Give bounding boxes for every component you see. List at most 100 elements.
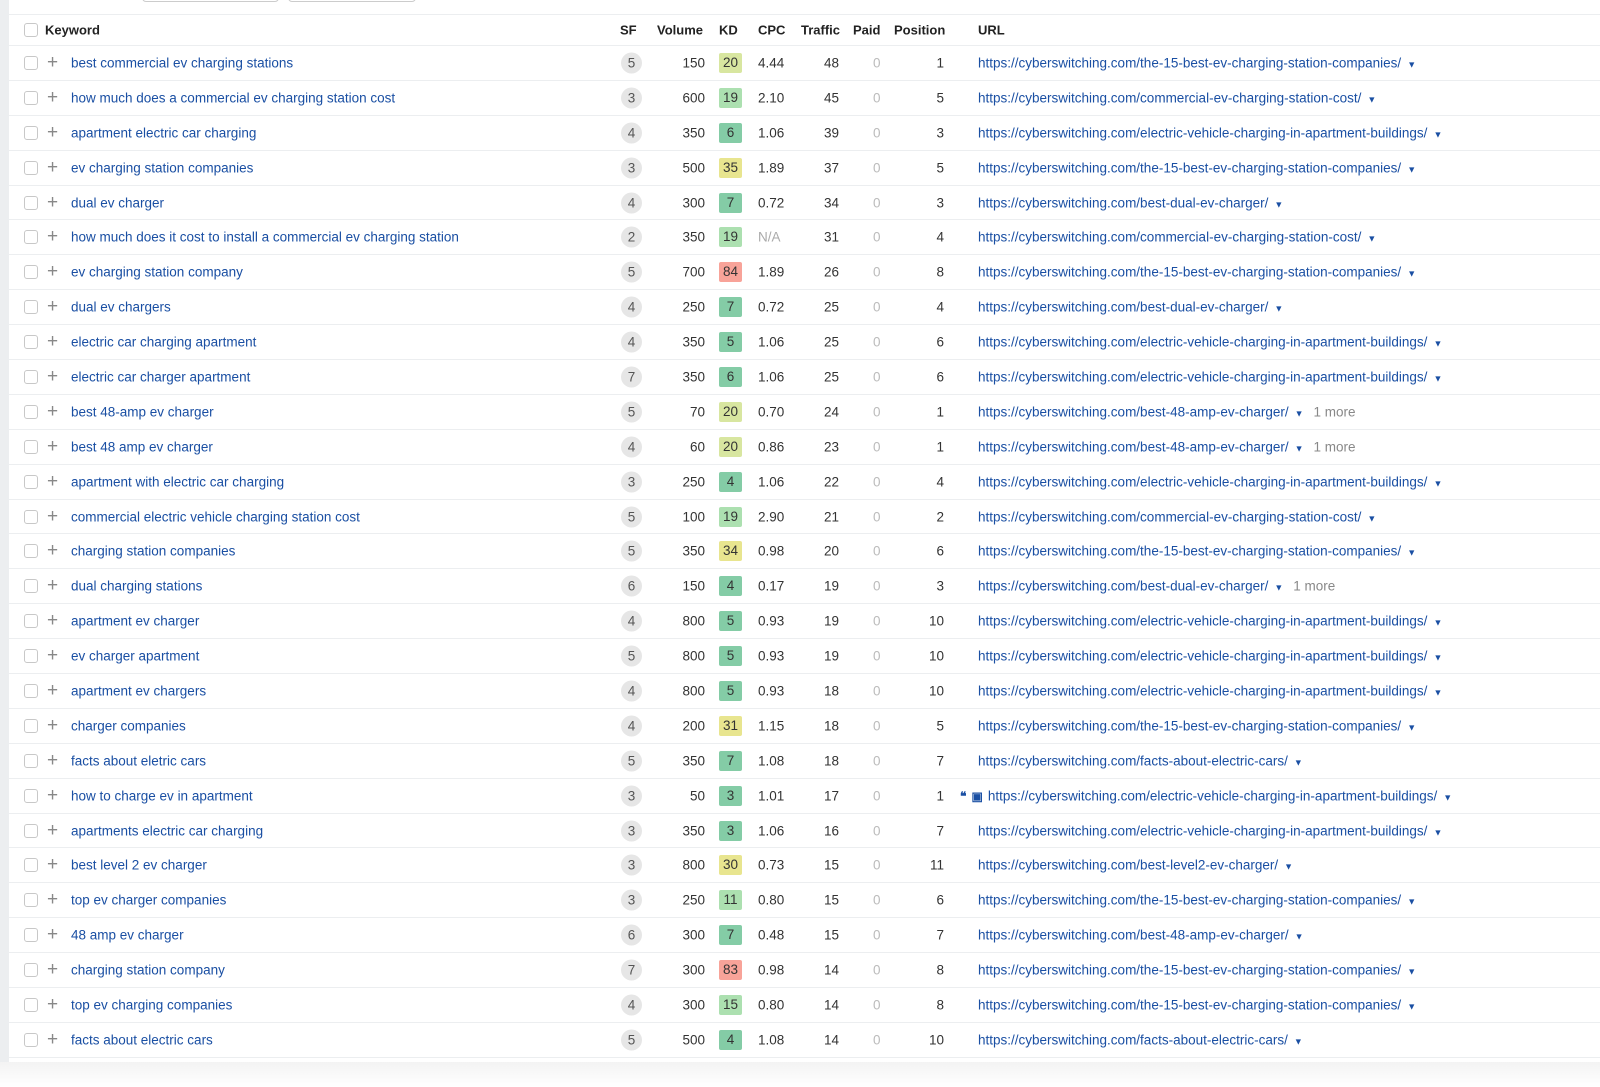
row-checkbox[interactable]: [24, 230, 38, 245]
chevron-down-icon[interactable]: ▼: [1407, 967, 1416, 977]
keyword-link[interactable]: how to charge ev in apartment: [71, 788, 253, 803]
keyword-link[interactable]: 48 amp ev charger: [71, 928, 184, 943]
serp-features-count[interactable]: 4: [621, 192, 642, 213]
row-checkbox[interactable]: [24, 404, 38, 419]
serp-features-count[interactable]: 4: [621, 680, 642, 702]
url-link[interactable]: https://cyberswitching.com/facts-about-e…: [978, 1032, 1288, 1047]
row-checkbox[interactable]: [24, 160, 38, 175]
serp-features-count[interactable]: 4: [621, 296, 642, 318]
keyword-link[interactable]: apartments electric car charging: [71, 823, 263, 838]
serp-features-count[interactable]: 4: [621, 122, 642, 144]
keyword-link[interactable]: electric car charger apartment: [71, 369, 250, 384]
filter-control[interactable]: [288, 0, 416, 2]
url-link[interactable]: https://cyberswitching.com/electric-vehi…: [978, 474, 1427, 489]
row-checkbox[interactable]: [24, 788, 38, 803]
chevron-down-icon[interactable]: ▼: [1407, 722, 1416, 732]
url-link[interactable]: https://cyberswitching.com/the-15-best-e…: [978, 893, 1401, 908]
url-link[interactable]: https://cyberswitching.com/facts-about-e…: [978, 753, 1288, 768]
keyword-link[interactable]: apartment ev charger: [71, 614, 199, 629]
url-link[interactable]: https://cyberswitching.com/best-48-amp-e…: [978, 439, 1289, 454]
chevron-down-icon[interactable]: ▼: [1443, 792, 1452, 802]
row-checkbox[interactable]: [24, 125, 38, 140]
serp-features-count[interactable]: 5: [621, 750, 642, 772]
keyword-link[interactable]: ev charging station company: [71, 265, 243, 280]
row-checkbox[interactable]: [24, 858, 38, 873]
serp-features-count[interactable]: 4: [621, 715, 642, 737]
row-checkbox[interactable]: [24, 369, 38, 384]
chevron-down-icon[interactable]: ▼: [1433, 129, 1442, 139]
plus-icon[interactable]: +: [47, 645, 58, 667]
url-link[interactable]: https://cyberswitching.com/electric-vehi…: [978, 823, 1427, 838]
plus-icon[interactable]: +: [47, 680, 58, 702]
serp-features-count[interactable]: 5: [621, 645, 642, 667]
url-link[interactable]: https://cyberswitching.com/electric-vehi…: [978, 649, 1427, 664]
select-all-checkbox[interactable]: [24, 23, 38, 37]
row-checkbox[interactable]: [24, 335, 38, 350]
more-urls-link[interactable]: 1 more: [1314, 404, 1356, 419]
keyword-link[interactable]: top ev charging companies: [71, 997, 232, 1012]
chevron-down-icon[interactable]: ▼: [1433, 339, 1442, 349]
row-checkbox[interactable]: [24, 997, 38, 1012]
plus-icon[interactable]: +: [47, 540, 58, 562]
chevron-down-icon[interactable]: ▼: [1433, 478, 1442, 488]
chevron-down-icon[interactable]: ▼: [1433, 827, 1442, 837]
plus-icon[interactable]: +: [47, 750, 58, 772]
url-link[interactable]: https://cyberswitching.com/electric-vehi…: [988, 788, 1437, 803]
serp-features-count[interactable]: 5: [621, 261, 642, 283]
serp-features-count[interactable]: 4: [621, 610, 642, 632]
serp-features-count[interactable]: 2: [621, 226, 642, 248]
serp-features-count[interactable]: 3: [621, 785, 642, 807]
serp-features-count[interactable]: 6: [621, 924, 642, 946]
plus-icon[interactable]: +: [47, 192, 58, 214]
keyword-link[interactable]: apartment electric car charging: [71, 125, 256, 140]
chevron-down-icon[interactable]: ▼: [1274, 199, 1283, 209]
plus-icon[interactable]: +: [47, 820, 58, 842]
row-checkbox[interactable]: [24, 509, 38, 524]
chevron-down-icon[interactable]: ▼: [1367, 513, 1376, 523]
serp-features-count[interactable]: 6: [621, 575, 642, 597]
header-kd[interactable]: KD: [719, 23, 738, 38]
serp-features-count[interactable]: 3: [621, 889, 642, 911]
serp-features-count[interactable]: 3: [621, 820, 642, 842]
keyword-link[interactable]: how much does a commercial ev charging s…: [71, 90, 395, 105]
keyword-link[interactable]: charging station company: [71, 963, 225, 978]
plus-icon[interactable]: +: [47, 889, 58, 911]
plus-icon[interactable]: +: [47, 366, 58, 388]
keyword-link[interactable]: commercial electric vehicle charging sta…: [71, 509, 360, 524]
serp-features-count[interactable]: 5: [621, 52, 642, 74]
plus-icon[interactable]: +: [47, 157, 58, 179]
plus-icon[interactable]: +: [47, 471, 58, 493]
url-link[interactable]: https://cyberswitching.com/the-15-best-e…: [978, 997, 1401, 1012]
chevron-down-icon[interactable]: ▼: [1433, 618, 1442, 628]
chevron-down-icon[interactable]: ▼: [1407, 1001, 1416, 1011]
serp-features-count[interactable]: 3: [621, 854, 642, 876]
url-link[interactable]: https://cyberswitching.com/commercial-ev…: [978, 90, 1361, 105]
chevron-down-icon[interactable]: ▼: [1367, 94, 1376, 104]
row-checkbox[interactable]: [24, 474, 38, 489]
url-link[interactable]: https://cyberswitching.com/best-level2-e…: [978, 858, 1278, 873]
url-link[interactable]: https://cyberswitching.com/the-15-best-e…: [978, 544, 1401, 559]
url-link[interactable]: https://cyberswitching.com/electric-vehi…: [978, 683, 1427, 698]
plus-icon[interactable]: +: [47, 785, 58, 807]
row-checkbox[interactable]: [24, 55, 38, 70]
url-link[interactable]: https://cyberswitching.com/best-48-amp-e…: [978, 928, 1289, 943]
url-link[interactable]: https://cyberswitching.com/electric-vehi…: [978, 614, 1427, 629]
keyword-link[interactable]: dual ev charger: [71, 195, 164, 210]
url-link[interactable]: https://cyberswitching.com/the-15-best-e…: [978, 55, 1401, 70]
plus-icon[interactable]: +: [47, 331, 58, 353]
chevron-down-icon[interactable]: ▼: [1295, 443, 1304, 453]
keyword-link[interactable]: electric car charging apartment: [71, 335, 256, 350]
keyword-link[interactable]: best 48-amp ev charger: [71, 404, 214, 419]
more-urls-link[interactable]: 1 more: [1314, 439, 1356, 454]
keyword-link[interactable]: how much does it cost to install a comme…: [71, 230, 459, 245]
more-urls-link[interactable]: 1 more: [1293, 579, 1335, 594]
plus-icon[interactable]: +: [47, 296, 58, 318]
plus-icon[interactable]: +: [47, 1029, 58, 1051]
url-link[interactable]: https://cyberswitching.com/the-15-best-e…: [978, 265, 1401, 280]
url-link[interactable]: https://cyberswitching.com/the-15-best-e…: [978, 718, 1401, 733]
filter-control[interactable]: [142, 0, 279, 2]
keyword-link[interactable]: dual charging stations: [71, 579, 202, 594]
chevron-down-icon[interactable]: ▼: [1433, 653, 1442, 663]
row-checkbox[interactable]: [24, 439, 38, 454]
chevron-down-icon[interactable]: ▼: [1407, 548, 1416, 558]
